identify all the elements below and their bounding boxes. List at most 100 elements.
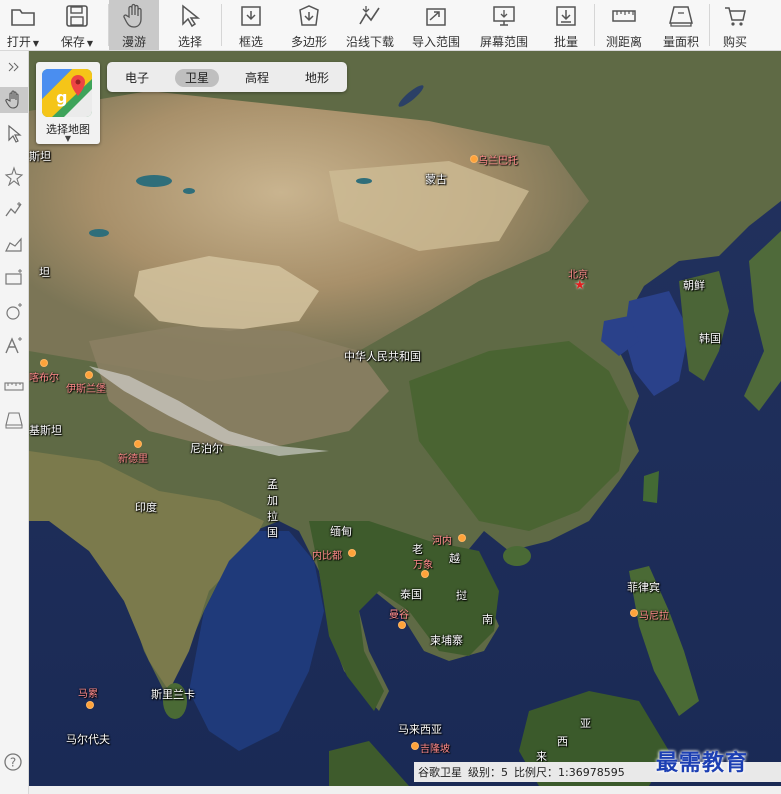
country-label-bangladesh-4: 国 [267, 526, 278, 539]
draw-polygon-icon[interactable] [0, 231, 28, 257]
screen-range-label: 屏幕范围 [479, 35, 528, 49]
add-text-icon[interactable] [0, 333, 28, 359]
area-tool-icon[interactable] [0, 407, 28, 433]
map-type-tabs: 电子 卫星 高程 地形 [107, 62, 347, 92]
batch-button[interactable]: 批量 [538, 0, 594, 50]
line-download-label: 沿线下载 [345, 35, 394, 49]
open-button[interactable]: 打开 ▼ [0, 0, 46, 50]
import-range-icon [421, 2, 451, 30]
select-button[interactable]: 选择 [159, 0, 221, 50]
country-label-laos-2: 挝 [456, 589, 467, 602]
buy-button[interactable]: 购买 [710, 0, 760, 50]
country-label-cambodia: 柬埔寨 [430, 634, 463, 647]
country-label-skorea: 韩国 [699, 332, 721, 345]
measure-area-button[interactable]: 量面积 [653, 0, 709, 50]
status-level-group: 级别：5 [468, 764, 508, 780]
country-label-laos: 老 [412, 543, 423, 556]
buy-label: 购买 [722, 35, 747, 49]
line-download-icon [355, 2, 385, 30]
svg-text:?: ? [10, 756, 16, 770]
city-label-ulaanbaatar: 乌兰巴托 [478, 156, 518, 167]
save-icon [62, 2, 92, 30]
country-label-bangladesh-3: 拉 [267, 510, 278, 523]
city-dot [85, 371, 93, 379]
map-source-selector[interactable]: g 选择地图 ▼ [36, 62, 100, 144]
expand-icon[interactable] [0, 57, 28, 77]
country-label-malaysia: 马来西亚 [398, 723, 442, 736]
frame-select-button[interactable]: 框选 [222, 0, 280, 50]
country-label-mongolia: 蒙古 [425, 173, 447, 186]
screen-range-icon [489, 2, 519, 30]
city-label-newdelhi: 新德里 [118, 454, 148, 465]
cart-icon [720, 2, 750, 30]
country-label-philippines: 菲律宾 [627, 581, 660, 594]
chevron-down-icon: ▼ [32, 39, 40, 48]
country-label-pakistan: 基斯坦 [29, 424, 62, 437]
map-view[interactable]: g 选择地图 ▼ 电子 卫星 高程 地形 斯坦 蒙古 坦 朝鲜 韩国 中华人民共… [29, 51, 781, 786]
city-label-manila: 马尼拉 [639, 611, 669, 622]
help-icon[interactable]: ? [0, 752, 26, 772]
city-label-naypyidaw: 内比都 [312, 551, 342, 562]
country-label-vietnam: 越 [449, 552, 460, 565]
folder-icon [8, 2, 38, 30]
area-measure-icon [666, 2, 696, 30]
city-dot [411, 742, 419, 750]
screen-range-button[interactable]: 屏幕范围 [470, 0, 538, 50]
country-label-south: 南 [482, 613, 493, 626]
polygon-label: 多边形 [290, 35, 327, 49]
draw-point-icon[interactable] [0, 163, 28, 189]
ruler-icon [609, 2, 639, 30]
left-toolbar [0, 51, 29, 794]
country-label-nepal: 尼泊尔 [190, 442, 223, 455]
ruler-tool-icon[interactable] [0, 373, 28, 399]
country-label-srilanka: 斯里兰卡 [151, 688, 195, 701]
hand-icon [119, 2, 149, 30]
status-source: 谷歌卫星 [418, 766, 462, 779]
city-label-bangkok: 曼谷 [389, 610, 409, 621]
svg-text:g: g [56, 88, 67, 107]
save-label: 保存 [60, 35, 85, 49]
open-label: 打开 [6, 35, 31, 49]
import-range-button[interactable]: 导入范围 [402, 0, 470, 50]
draw-rectangle-icon[interactable] [0, 265, 28, 291]
frame-select-icon [236, 2, 266, 30]
chevron-down-icon: ▼ [64, 134, 72, 143]
city-label-kabul: 喀布尔 [29, 373, 59, 384]
watermark: 最需教育 [656, 750, 749, 776]
draw-circle-icon[interactable] [0, 299, 28, 325]
tab-elevation[interactable]: 高程 [227, 69, 287, 86]
measure-distance-button[interactable]: 测距离 [595, 0, 653, 50]
city-dot [398, 621, 406, 629]
save-button[interactable]: 保存 ▼ [46, 0, 108, 50]
city-label-kualalumpur: 吉隆坡 [420, 744, 450, 755]
polygon-download-icon [294, 2, 324, 30]
city-dot [86, 701, 94, 709]
city-dot [458, 534, 466, 542]
polygon-button[interactable]: 多边形 [280, 0, 338, 50]
status-scale: 1:36978595 [558, 766, 625, 779]
satellite-imagery [29, 51, 781, 786]
batch-label: 批量 [553, 35, 578, 49]
pan-tool-icon[interactable] [0, 87, 28, 113]
country-label-india: 印度 [135, 501, 157, 514]
country-label-bangladesh-2: 加 [267, 494, 278, 507]
select-label: 选择 [177, 35, 202, 49]
country-label-thailand: 泰国 [400, 588, 422, 601]
status-scale-label: 比例尺： [514, 766, 558, 779]
city-dot [630, 609, 638, 617]
country-label-myanmar: 缅甸 [330, 525, 352, 538]
city-label-islamabad: 伊斯兰堡 [66, 384, 106, 395]
select-tool-icon[interactable] [0, 121, 28, 147]
city-label-hanoi: 河内 [432, 536, 452, 547]
pan-button[interactable]: 漫游 [109, 0, 159, 50]
draw-line-icon[interactable] [0, 197, 28, 223]
tab-satellite[interactable]: 卫星 [167, 68, 227, 87]
line-download-button[interactable]: 沿线下载 [338, 0, 402, 50]
country-label-nkorea: 朝鲜 [683, 279, 705, 292]
chevron-down-icon: ▼ [86, 39, 94, 48]
tab-electronic[interactable]: 电子 [107, 69, 167, 86]
measure-distance-label: 测距离 [605, 35, 642, 49]
city-label-male: 马累 [78, 689, 98, 700]
tab-terrain[interactable]: 地形 [287, 69, 347, 86]
frame-select-label: 框选 [238, 35, 263, 49]
